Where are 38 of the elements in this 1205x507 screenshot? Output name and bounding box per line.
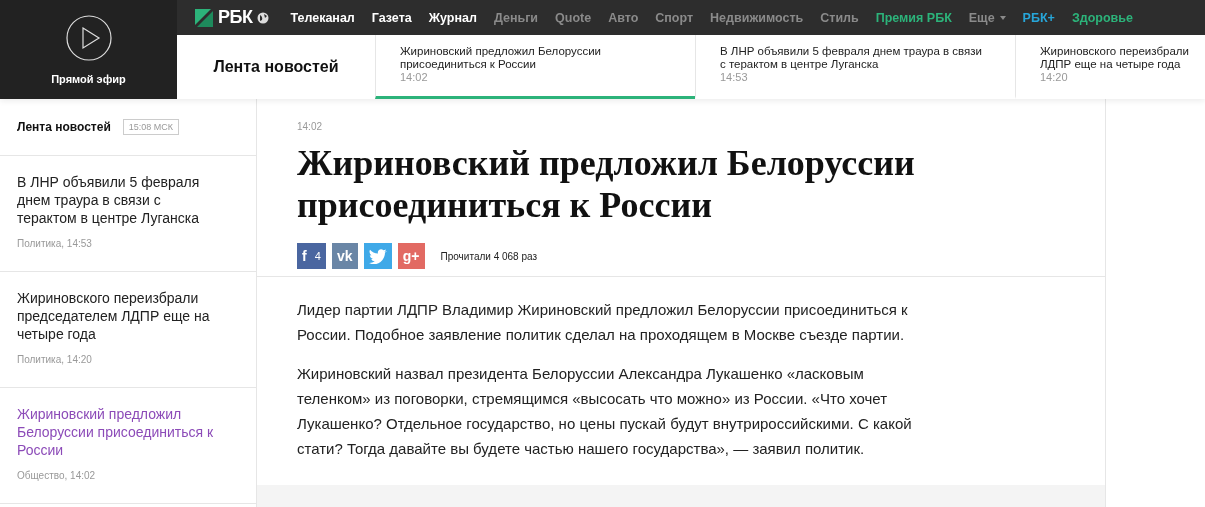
news-link[interactable]: Жириновский предложил Белоруссии присоединиться к России	[17, 405, 220, 459]
nav-link[interactable]: Телеканал	[290, 10, 355, 25]
live-panel[interactable]: Прямой эфир	[0, 0, 177, 99]
nav-link[interactable]: Премия РБК	[875, 10, 952, 25]
news-meta: Общество, 14:02	[17, 470, 97, 481]
ticker-title: Лента новостей	[212, 57, 340, 77]
share-button[interactable]: vk	[331, 243, 358, 269]
nav-link[interactable]: Деньги	[493, 10, 539, 25]
share-button[interactable]	[363, 243, 392, 269]
nav-link[interactable]: Спорт	[655, 10, 694, 25]
clock-badge: 15:08 МСК	[122, 119, 180, 135]
article-time: 14:02	[297, 121, 324, 132]
share-button[interactable]: g+	[397, 243, 425, 269]
bird-icon	[368, 248, 387, 264]
article-title: Жириновский предложил Белоруссии присоединиться к России	[297, 142, 916, 226]
nav-link[interactable]: Авто	[608, 10, 639, 25]
logo-text[interactable]: РБК	[218, 7, 253, 28]
sidebar-title: Лента новостей	[17, 120, 111, 134]
article-paragraph: Жириновский назвал президента Белоруссии Александра Лукашенко «ласковым теленком» из поговорки, стремящимся «высосать что можно» из России. «Что хочет Лукашенко? Отдельное государство, но цены пускай будут внутрироссийскими. С какой стати? Тогда давайте вы будете частью нашего государства», — заявил политик.	[297, 364, 913, 459]
nav-link[interactable]: Журнал	[428, 10, 477, 25]
nav-link[interactable]: Quote	[555, 10, 592, 25]
article-paragraph: Лидер партии ЛДПР Владимир Жириновский предложил Белоруссии присоединиться к России. Подобное заявление политик сделал на проходящем в Москве съезде партии.	[297, 300, 909, 345]
play-icon	[65, 14, 112, 61]
news-meta: Политика, 14:20	[17, 354, 93, 365]
nav-link[interactable]: Недвижимость	[710, 10, 804, 25]
share-button[interactable]: f 4	[297, 243, 326, 269]
globe-icon[interactable]	[257, 11, 270, 24]
nav-link[interactable]: Здоровье	[1071, 10, 1133, 25]
nav-link[interactable]: Еще	[968, 10, 1006, 25]
news-meta: Политика, 14:53	[17, 238, 93, 249]
nav-link[interactable]: Стиль	[820, 10, 859, 25]
news-link[interactable]: В ЛНР объявили 5 февраля днем траура в связи с терактом в центре Луганска	[17, 173, 220, 227]
nav-link[interactable]: РБК+	[1022, 10, 1055, 25]
logo-icon	[195, 8, 213, 27]
live-label: Прямой эфир	[51, 72, 126, 85]
nav-link[interactable]: Газета	[371, 10, 412, 25]
views-count: Прочитали 4 068 раз	[440, 250, 538, 262]
news-link[interactable]: Жириновского переизбрали председателем ЛДПР еще на четыре года	[17, 289, 220, 343]
